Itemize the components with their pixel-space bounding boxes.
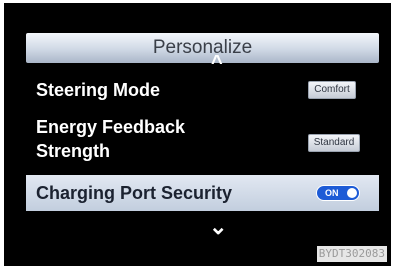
image-code-watermark: BYDT302083 (316, 246, 387, 262)
charging-port-security-toggle[interactable]: ON (316, 185, 360, 201)
setting-label-energy-feedback-line1: Energy Feedback (36, 117, 186, 137)
page-title: Personalize (26, 33, 379, 63)
display-screen: Personalize ^ Steering Mode Comfort Ener… (4, 3, 391, 266)
scroll-up-arrow-icon[interactable]: ^ (211, 53, 223, 73)
setting-label-charging-port-security: Charging Port Security (36, 183, 233, 203)
setting-label-steering-mode: Steering Mode (36, 80, 161, 100)
toggle-on-label: ON (325, 188, 339, 198)
energy-feedback-value-button[interactable]: Standard (308, 134, 360, 152)
setting-label-energy-feedback-line2: Strength (36, 141, 110, 161)
steering-mode-value-button[interactable]: Comfort (308, 81, 356, 99)
toggle-knob-icon (347, 188, 357, 198)
scroll-down-arrow-icon[interactable]: ⌄ (209, 216, 227, 238)
